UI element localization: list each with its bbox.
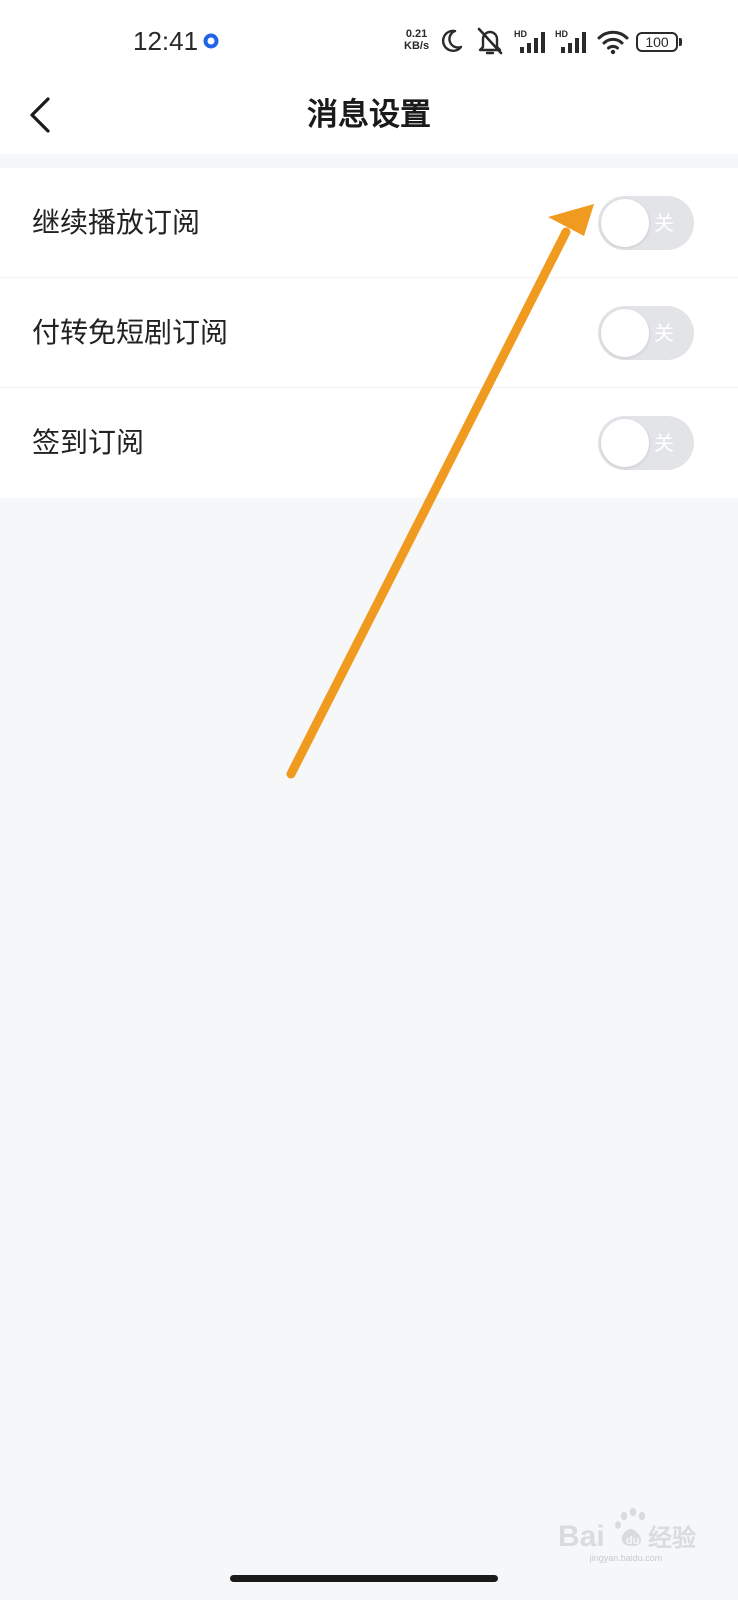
settings-row-check-in: 签到订阅 关 [0,388,738,498]
baidu-jingyan-watermark-logo: Bai du 经验 [558,1507,696,1553]
watermark-url: jingyan.baidu.com [589,1553,663,1563]
network-speed-value: 0.21 [405,28,428,40]
status-bar: 12:41 0.21 KB/s HD HD 100 [0,0,738,80]
svg-text:经验: 经验 [648,1524,696,1552]
wifi-icon [597,30,629,55]
toggle-state-text: 关 [654,211,674,235]
network-speed-unit: KB/s [404,40,430,52]
settings-row-label: 继续播放订阅 [32,206,201,239]
settings-row-continue-play: 继续播放订阅 关 [0,168,738,278]
nav-bar: 消息设置 [0,80,738,154]
page-title: 消息设置 [307,97,431,133]
battery-tip [679,38,682,46]
settings-row-label: 签到订阅 [32,426,145,459]
network-speed: 0.21 KB/s [404,28,429,52]
toggle-state-text: 关 [654,431,674,455]
paid-to-free-drama-subscription-toggle[interactable]: 关 [598,306,694,360]
continue-play-subscription-toggle[interactable]: 关 [598,196,694,250]
svg-text:du: du [626,1535,639,1547]
check-in-subscription-toggle[interactable]: 关 [598,416,694,470]
settings-row-label: 付转免短剧订阅 [32,316,229,349]
battery-icon: 100 [636,32,678,52]
mute-bell-icon [477,27,503,55]
home-indicator[interactable] [230,1575,498,1582]
toggle-knob [601,419,649,467]
moon-icon [441,29,463,52]
toggle-knob [601,199,649,247]
signal-icon [520,32,545,53]
signal-icon [561,32,586,53]
status-time: 12:41 [133,26,199,56]
settings-list: 继续播放订阅 关 付转免短剧订阅 关 签到订阅 关 [0,168,738,498]
svg-text:Bai: Bai [558,1520,605,1553]
location-dot-icon [203,33,219,49]
toggle-knob [601,309,649,357]
toggle-state-text: 关 [654,321,674,345]
settings-row-paid-to-free-drama: 付转免短剧订阅 关 [0,278,738,388]
